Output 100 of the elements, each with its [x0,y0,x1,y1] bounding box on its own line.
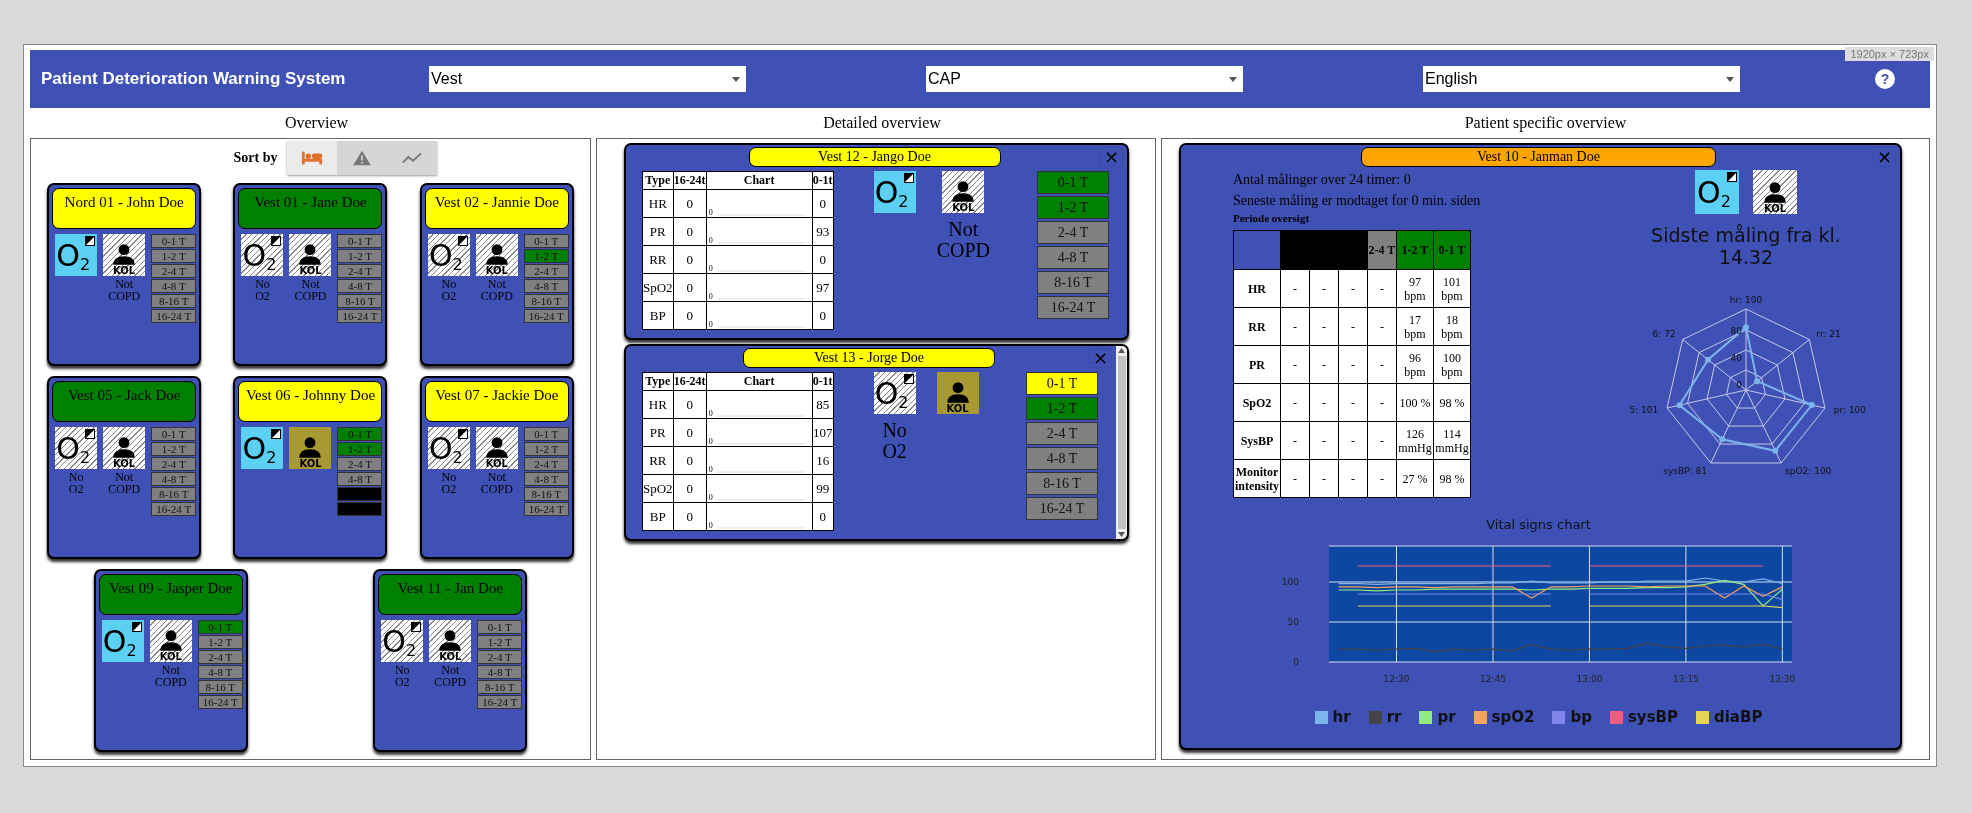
contrast-icon [903,173,914,183]
patient-name-banner: Nord 01 - John Doe [52,188,197,229]
patient-card[interactable]: Vest 11 - Jan Doe O$_{2}$ No O2 KOL Not COPD 0-1 T 1-2 T 2-4 T 4-8 T 8-16 T 16-24 T [373,569,528,752]
chart-axis-label: 0 [708,465,713,474]
column-header: Type [642,171,674,190]
column-header: 16-24t [673,372,707,391]
help-icon[interactable]: ? [1875,69,1895,89]
time-slot: 16-24 T [337,309,383,323]
patient-card[interactable]: Vest 09 - Jasper Doe O$_{2}$ KOL Not COPD 0-1 T 1-2 T 2-4 T 4-8 T 8-16 T 16-24 T [93,569,248,752]
patient-card[interactable]: Vest 06 - Johnny Doe O$_{2}$ KOL 0-1 T 1-2 T 2-4 T 4-8 T [233,376,388,559]
sort-button[interactable] [387,141,438,175]
axis-label: sysBP: 81 [1663,466,1707,477]
time-slot: 4-8 T [523,472,569,486]
patient-name-banner: Vest 09 - Jasper Doe [98,574,243,615]
time-slot: 16-24 T [197,695,243,709]
table-cell: BP [642,301,674,330]
table-cell: 100 % [1396,383,1434,422]
caret-icon [732,76,740,82]
caret-icon [1726,76,1734,82]
table-cell: HR [642,390,674,419]
time-slot: 8-16 T [1037,271,1109,294]
table-cell: RR [642,446,674,475]
table-cell: PR [642,217,674,246]
table-cell: - [1367,345,1397,384]
person-icon [483,436,510,458]
patient-card[interactable]: Vest 02 - Jannie Doe O$_{2}$ No O2 KOL Not COPD 0-1 T 1-2 T 2-4 T 4-8 T 8-16 T 16-24 T [419,183,574,366]
time-slot: 1-2 T [523,249,569,263]
table-cell: 100 bpm [1433,345,1471,384]
oxygen-status-text: No O2 [255,278,270,302]
time-slot: 4-8 T [151,279,197,293]
table-cell: - [1280,459,1310,498]
table-cell: - [1367,459,1397,498]
table-cell: - [1367,383,1397,422]
time-slot: 4-8 T [523,279,569,293]
sort-button[interactable] [337,141,388,175]
copd-status-text: Not COPD [480,471,513,495]
patient-name-banner: Vest 05 - Jack Doe [52,381,197,422]
contrast-icon [271,236,282,246]
table-cell: 107 [812,418,834,447]
info-text: Seneste måling er modtaget for 0 min. siden [1233,193,1482,209]
time-slot: 4-8 T [337,472,383,486]
table-cell: BP [642,502,674,531]
sort-button[interactable] [287,141,338,175]
table-cell: - [1338,345,1368,384]
tick-label: 13:00 [1575,674,1602,684]
contrast-icon [85,236,96,246]
person-icon [297,436,324,458]
time-slot: 4-8 T [1037,246,1109,269]
patient-name-banner: Vest 10 - Janman Doe [1361,147,1716,167]
column-header: 2-4 T [1367,230,1397,270]
time-slot: 1-2 T [523,442,569,456]
last-measurement-text: Sidste måling fra kl. 14.32 [1650,224,1842,268]
patient-name-banner: Vest 06 - Johnny Doe [238,381,383,422]
time-slot: 2-4 T [197,650,243,664]
scrollbar[interactable] [1116,346,1127,539]
oxygen-status-text: No O2 [394,664,410,688]
time-slot: 4-8 T [337,279,383,293]
kol-label: KOL [952,202,975,213]
dropdown-field[interactable]: Vest [429,66,746,92]
row-header: RR [1233,307,1281,346]
patient-name-banner: Vest 07 - Jackie Doe [424,381,569,422]
chart-axis-label: 0 [708,320,713,329]
contrast-icon [903,374,914,384]
contrast-icon [457,429,468,439]
time-slot: 0-1 T [197,620,243,634]
table-cell: 0 [673,446,707,475]
patient-card[interactable]: Nord 01 - John Doe O$_{2}$ KOL Not COPD 0-1 T 1-2 T 2-4 T 4-8 T 8-16 T 16-24 T [47,183,202,366]
chart-axis-label: 0 [708,493,713,502]
table-cell: 0 [673,390,707,419]
oxygen-symbol: O$_{2}$ [56,241,91,273]
chart-axis-label: 0 [708,208,713,217]
time-slot: 4-8 T [477,665,523,679]
axis-label: hr: 100 [1729,295,1763,305]
kol-label: KOL [485,458,508,469]
table-cell: - [1280,269,1310,308]
table-cell: - [1338,269,1368,308]
dropdown-field[interactable]: CAP [926,66,1243,92]
table-cell: 0 [673,502,707,531]
time-slot: 16-24 T [1026,497,1098,520]
dropdown-field[interactable]: English [1423,66,1740,92]
time-slot: 0-1 T [151,427,197,441]
patient-card[interactable]: Vest 07 - Jackie Doe O$_{2}$ No O2 KOL Not COPD 0-1 T 1-2 T 2-4 T 4-8 T 8-16 T 16-24 T [419,376,574,559]
copd-status-text: Not COPD [294,278,327,302]
tick-label: 0 [1292,657,1299,667]
person-icon [944,381,971,403]
oxygen-status-text: No O2 [882,420,907,462]
oxygen-status-text: No O2 [441,471,457,495]
table-cell: 85 [812,390,834,419]
scroll-down-icon[interactable] [1118,532,1125,537]
copd-status-text: Not COPD [154,664,187,688]
app-title: Patient Deterioration Warning System [40,69,347,89]
scroll-up-icon[interactable] [1118,348,1125,353]
column-header: Chart [706,372,813,391]
kol-label: KOL [299,265,322,276]
patient-card[interactable]: Vest 05 - Jack Doe O$_{2}$ No O2 KOL Not COPD 0-1 T 1-2 T 2-4 T 4-8 T 8-16 T 16-24 T [47,376,202,559]
time-slot: 1-2 T [1026,397,1098,420]
patient-card[interactable]: Vest 01 - Jane Doe O$_{2}$ No O2 KOL Not COPD 0-1 T 1-2 T 2-4 T 4-8 T 8-16 T 16-24 T [233,183,388,366]
time-slot: 1-2 T [337,249,383,263]
time-slot: 8-16 T [1026,472,1098,495]
time-slot: 16-24 T [1037,296,1109,319]
